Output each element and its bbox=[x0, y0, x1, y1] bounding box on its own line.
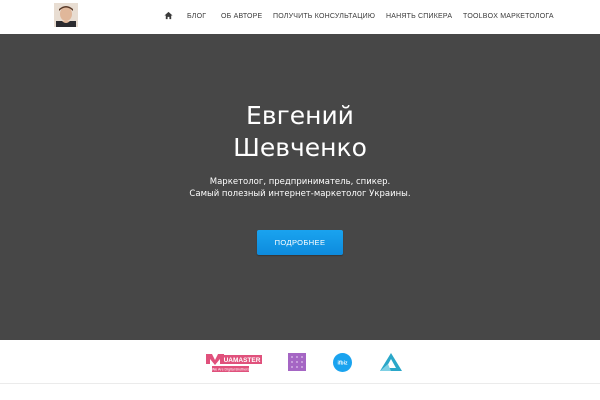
nav-item-toolbox[interactable]: TOOLBOX МАРКЕТОЛОГА bbox=[463, 11, 554, 23]
nav-item-about[interactable]: ОБ АВТОРЕ bbox=[221, 11, 262, 23]
hero-title-line1: Евгений bbox=[246, 101, 354, 130]
divider bbox=[0, 383, 600, 384]
partners-strip: UAMASTER We Are Digital Brothers ifbiz bbox=[0, 340, 600, 400]
hero-subtitle: Маркетолог, предприниматель, спикер. Сам… bbox=[0, 176, 600, 200]
uamaster-logo[interactable]: UAMASTER We Are Digital Brothers bbox=[206, 352, 262, 374]
triangle-logo[interactable] bbox=[379, 352, 403, 372]
ifbiz-logo[interactable]: ifbiz bbox=[333, 353, 352, 372]
hero-subtitle-line1: Маркетолог, предприниматель, спикер. bbox=[209, 177, 391, 187]
nav-item-hire-speaker[interactable]: НАНЯТЬ СПИКЕРА bbox=[386, 11, 452, 23]
navbar: БЛОГ ОБ АВТОРЕ ПОЛУЧИТЬ КОНСУЛЬТАЦИЮ НАН… bbox=[0, 0, 600, 34]
nav-item-blog[interactable]: БЛОГ bbox=[187, 11, 206, 23]
uamaster-logo-tagline: We Are Digital Brothers bbox=[212, 368, 249, 372]
hero-subtitle-line2: Самый полезный интернет-маркетолог Украи… bbox=[189, 189, 411, 199]
uamaster-logo-text: UAMASTER bbox=[224, 357, 261, 364]
hero-title: Евгений Шевченко bbox=[0, 100, 600, 164]
home-icon[interactable] bbox=[164, 11, 173, 20]
more-button[interactable]: ПОДРОБНЕЕ bbox=[257, 230, 343, 255]
purple-grid-logo[interactable] bbox=[288, 353, 306, 371]
hero-section: Евгений Шевченко Маркетолог, предпринима… bbox=[0, 34, 600, 340]
main-nav: БЛОГ ОБ АВТОРЕ ПОЛУЧИТЬ КОНСУЛЬТАЦИЮ НАН… bbox=[0, 0, 600, 34]
nav-item-consultation[interactable]: ПОЛУЧИТЬ КОНСУЛЬТАЦИЮ bbox=[273, 11, 375, 23]
ifbiz-logo-text: ifbiz bbox=[338, 360, 348, 366]
hero-title-line2: Шевченко bbox=[233, 133, 367, 162]
